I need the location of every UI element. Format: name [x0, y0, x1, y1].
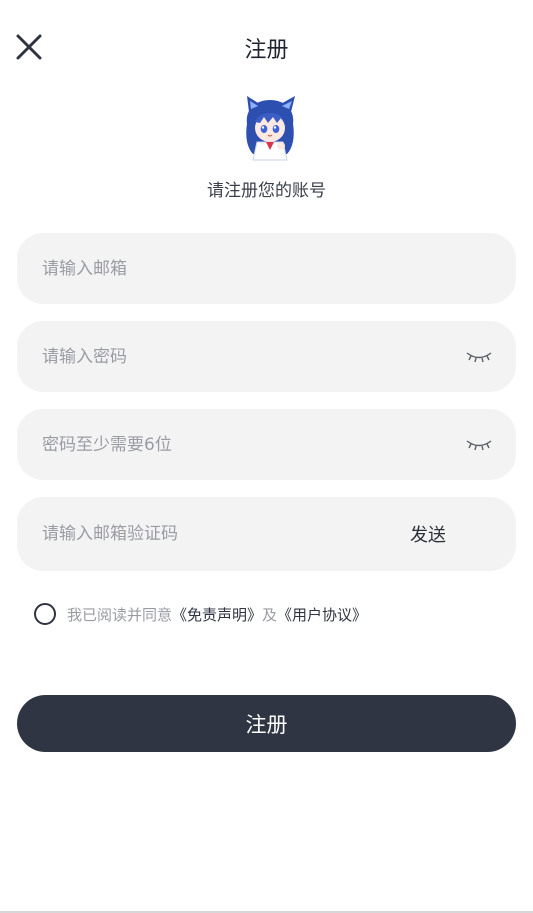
- agreement-prefix: 我已阅读并同意: [67, 605, 173, 624]
- password-field[interactable]: [17, 321, 516, 392]
- confirm-password-field[interactable]: [17, 409, 516, 480]
- avatar: [237, 96, 303, 162]
- register-button[interactable]: 注册: [17, 695, 516, 752]
- eye-closed-icon[interactable]: [466, 350, 492, 364]
- email-field[interactable]: [17, 233, 516, 304]
- subtitle: 请注册您的账号: [207, 181, 326, 201]
- eye-closed-icon[interactable]: [466, 438, 492, 452]
- user-agreement-link[interactable]: 《用户协议》: [277, 604, 367, 625]
- mascot-avatar-icon: [246, 96, 295, 161]
- verification-code-input[interactable]: [42, 524, 410, 544]
- page-title: 注册: [244, 38, 289, 63]
- disclaimer-link[interactable]: 《免责声明》: [172, 604, 262, 625]
- password-input[interactable]: [42, 346, 466, 367]
- email-input[interactable]: [42, 258, 492, 279]
- agreement-radio[interactable]: [34, 603, 56, 625]
- agreement-conjunction: 及: [262, 605, 278, 624]
- confirm-password-input[interactable]: [42, 434, 466, 455]
- agreement-row: 我已阅读并同意 《免责声明》 及 《用户协议》: [34, 603, 367, 625]
- verification-code-field[interactable]: 发送: [17, 497, 516, 571]
- send-code-button[interactable]: 发送: [410, 521, 446, 547]
